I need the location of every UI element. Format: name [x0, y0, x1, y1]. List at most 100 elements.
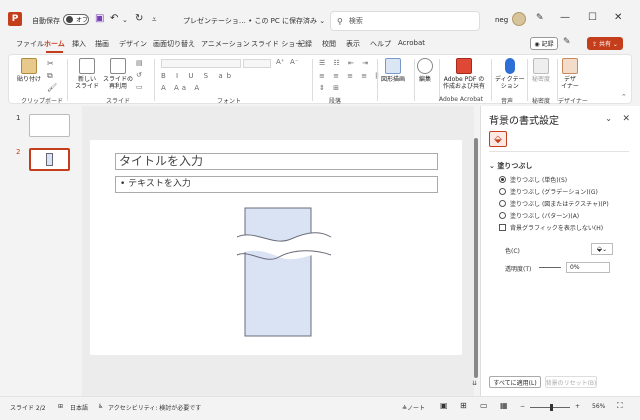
checkbox[interactable] — [499, 224, 506, 231]
zoom-slider-thumb[interactable] — [550, 404, 553, 411]
format-painter-icon[interactable]: 🖌 — [47, 83, 57, 92]
fill-picture-option[interactable]: 塗りつぶし (図またはテクスチャ)(P) — [499, 199, 609, 208]
paragraph-extra-icons[interactable]: ⇕ ⊞ — [319, 84, 342, 92]
dictate-button[interactable]: ディクテー ション — [495, 58, 525, 90]
adobe-pdf-button[interactable]: Adobe PDF の 作成および共有 — [443, 58, 485, 90]
designer-button[interactable]: デザ イナー — [561, 58, 579, 90]
tab-home[interactable]: ホーム — [44, 39, 65, 53]
close-button[interactable]: ✕ — [614, 12, 622, 23]
tab-animations[interactable]: アニメーション — [201, 39, 250, 49]
body-placeholder[interactable]: • テキストを入力 — [115, 176, 438, 193]
title-placeholder[interactable]: タイトルを入力 — [115, 153, 438, 170]
fill-gradient-label: 塗りつぶし (グラデーション)(G) — [510, 189, 598, 196]
tab-review[interactable]: 校閲 — [322, 39, 336, 49]
new-slide-button[interactable]: 新しい スライド — [75, 58, 99, 90]
scrollbar-thumb[interactable] — [474, 138, 478, 378]
reset-icon[interactable]: ↺ — [136, 71, 142, 79]
undo-dropdown-icon[interactable]: ⌄ — [122, 16, 128, 24]
edit-button[interactable]: 編集 — [417, 58, 433, 83]
document-title[interactable]: プレゼンテーショ… • この PC に保存済み ⌄ — [183, 16, 325, 26]
reuse-slides-button[interactable]: スライドの 再利用 — [103, 58, 133, 90]
tab-view[interactable]: 表示 — [346, 39, 360, 49]
accessibility-status[interactable]: アクセシビリティ: 検討が必要です — [108, 403, 201, 412]
fill-gradient-option[interactable]: 塗りつぶし (グラデーション)(G) — [499, 187, 598, 196]
tab-help[interactable]: ヘルプ — [370, 39, 391, 49]
slide-thumbnail-2[interactable] — [29, 148, 70, 171]
close-icon[interactable]: ✕ — [622, 114, 630, 124]
chevron-down-icon[interactable]: ⌄ — [605, 114, 612, 123]
reading-view-icon[interactable]: ▭ — [480, 401, 488, 410]
scroll-down-icon[interactable]: ⇊ — [472, 380, 477, 387]
undo-icon[interactable]: ↶ — [110, 13, 118, 24]
grow-font-icon[interactable]: A⁺ — [276, 58, 284, 66]
sensitivity-button[interactable]: 秘密度 — [532, 58, 550, 83]
tab-design[interactable]: デザイン — [119, 39, 147, 49]
tab-acrobat[interactable]: Acrobat — [398, 39, 425, 47]
slide-canvas[interactable]: タイトルを入力 • テキストを入力 — [90, 140, 462, 355]
normal-view-icon[interactable]: ▣ — [440, 401, 448, 410]
font-size-combo[interactable] — [243, 59, 271, 68]
collapse-ribbon-icon[interactable]: ⌃ — [621, 93, 627, 101]
paste-button[interactable]: 貼り付け — [17, 58, 41, 83]
tab-record[interactable]: 記録 — [298, 39, 312, 49]
radio[interactable] — [499, 200, 506, 207]
pen-icon[interactable]: ✎ — [536, 13, 544, 23]
radio[interactable] — [499, 188, 506, 195]
redo-icon[interactable]: ↻ — [135, 13, 143, 24]
fill-bucket-icon[interactable]: ⬙ — [489, 131, 507, 147]
reset-background-button[interactable]: 背景のリセット(B) — [545, 376, 597, 388]
avatar[interactable] — [512, 12, 526, 26]
shrink-font-icon[interactable]: A⁻ — [290, 58, 298, 66]
editor-scrollbar[interactable]: ⇊ — [472, 118, 479, 388]
transparency-input[interactable]: 0% — [566, 262, 610, 273]
tab-insert[interactable]: 挿入 — [72, 39, 86, 49]
apply-to-all-button[interactable]: すべてに適用(L) — [489, 376, 541, 388]
font-name-combo[interactable] — [161, 59, 241, 68]
tab-transitions[interactable]: 画面切り替え — [153, 39, 195, 49]
rectangle-shape[interactable] — [235, 207, 335, 341]
slide-thumbnail-1[interactable] — [29, 114, 70, 137]
share-button[interactable]: ⇪ 共有 ⌄ — [587, 37, 623, 50]
color-picker-button[interactable]: ⬙ ⌄ — [591, 243, 613, 255]
magnifier-icon — [417, 58, 433, 74]
fill-section-header[interactable]: ⌄ 塗りつぶし — [489, 161, 532, 171]
search-box[interactable]: ⚲ 検索 — [330, 11, 480, 31]
slideshow-icon[interactable]: ▦ — [500, 401, 508, 410]
tab-file[interactable]: ファイル — [16, 39, 44, 49]
transparency-slider[interactable] — [539, 267, 561, 268]
save-icon[interactable]: ▣ — [95, 13, 104, 24]
shapes-button[interactable]: 図形描画 — [381, 58, 405, 83]
slide-sorter-icon[interactable]: ⊞ — [460, 401, 467, 410]
customize-qat-icon[interactable]: ⩡ — [152, 15, 157, 25]
record-button[interactable]: ◉ 記録 — [530, 37, 558, 50]
copy-icon[interactable]: ⧉ — [47, 71, 53, 81]
spellcheck-icon[interactable]: ⊞ — [58, 403, 63, 410]
zoom-level[interactable]: 56% — [592, 403, 605, 410]
font-style-icons[interactable]: B I U S ab — [161, 72, 235, 80]
radio[interactable] — [499, 176, 506, 183]
align-icons[interactable]: ≡ ≡ ≡ ≡ ⫼ — [319, 72, 382, 81]
layout-icon[interactable]: ▤ — [136, 59, 143, 67]
user-name[interactable]: neg — [495, 16, 508, 24]
editing-pen-icon[interactable]: ✎ — [563, 37, 571, 47]
cut-icon[interactable]: ✂ — [47, 59, 54, 68]
fill-pattern-option[interactable]: 塗りつぶし (パターン)(A) — [499, 211, 579, 220]
zoom-in-icon[interactable]: + — [575, 403, 580, 410]
fill-solid-option[interactable]: 塗りつぶし (単色)(S) — [499, 175, 567, 184]
fit-slide-icon[interactable]: ⛶ — [617, 401, 623, 411]
zoom-out-icon[interactable]: − — [520, 403, 525, 410]
tab-draw[interactable]: 描画 — [95, 39, 109, 49]
accessibility-icon[interactable]: ♿ — [98, 403, 103, 410]
hide-bg-graphics-option[interactable]: 背景グラフィックを表示しない(H) — [499, 223, 603, 232]
language-label[interactable]: 日本語 — [70, 403, 88, 412]
divider — [491, 59, 492, 101]
notes-button[interactable]: ≜ノート — [402, 403, 425, 412]
minimize-button[interactable]: — — [560, 12, 570, 23]
tab-slideshow[interactable]: スライド ショー — [251, 39, 302, 49]
autosave-toggle[interactable]: オフ — [63, 14, 89, 25]
section-icon[interactable]: ▭ — [136, 83, 143, 91]
font-color-icons[interactable]: A Aa A — [161, 84, 202, 92]
list-icons[interactable]: ☰ ☷ ⇤ ⇥ — [319, 59, 371, 67]
maximize-button[interactable]: ☐ — [588, 12, 597, 23]
radio[interactable] — [499, 212, 506, 219]
